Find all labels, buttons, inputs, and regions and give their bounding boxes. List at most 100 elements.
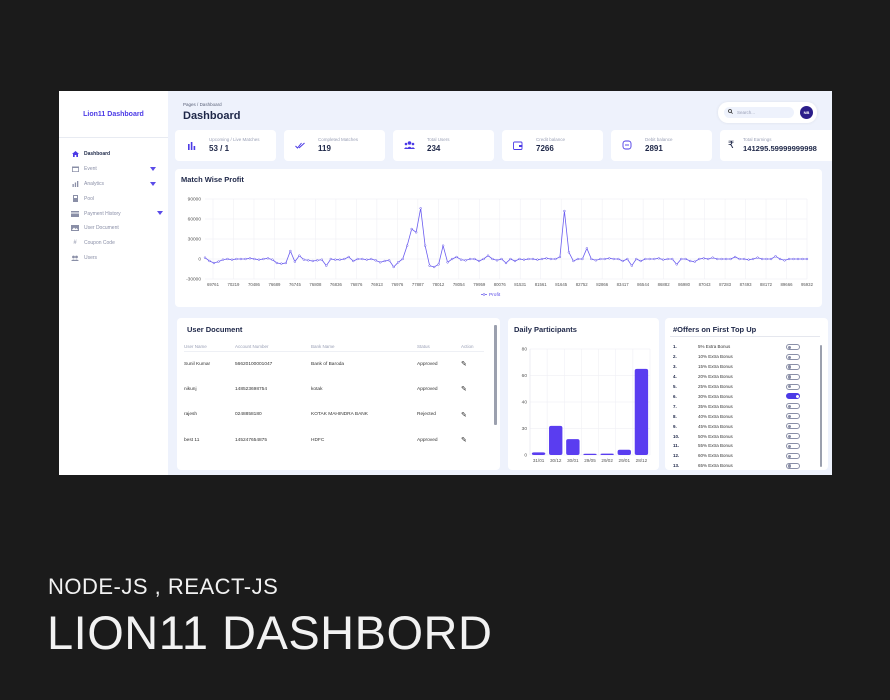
calendar-icon bbox=[71, 166, 79, 173]
offer-toggle[interactable] bbox=[786, 363, 800, 370]
x-tick-label: 81561 bbox=[535, 282, 548, 287]
sidebar-item-users[interactable]: Users bbox=[59, 251, 168, 266]
data-point bbox=[239, 257, 243, 261]
cell-user-name: rajesh bbox=[184, 412, 198, 418]
caption-title: LION11 DASHBORD bbox=[47, 606, 493, 659]
sidebar-item-label: Payment History bbox=[84, 210, 121, 217]
avatar[interactable]: NB bbox=[800, 106, 813, 119]
search-input[interactable]: Search... bbox=[724, 107, 794, 118]
offer-toggle[interactable] bbox=[786, 413, 800, 420]
data-point bbox=[383, 259, 386, 263]
offer-toggle[interactable] bbox=[786, 393, 800, 400]
data-point bbox=[585, 247, 589, 250]
offer-toggle[interactable] bbox=[786, 423, 800, 430]
data-point bbox=[347, 255, 350, 259]
data-point bbox=[262, 257, 265, 261]
data-point bbox=[356, 257, 359, 261]
cell-account-number: 0248858180 bbox=[235, 412, 262, 418]
brand-logo[interactable]: Lion11 Dashboard bbox=[59, 91, 168, 138]
x-tick-label: 76913 bbox=[371, 282, 384, 287]
breadcrumb-root[interactable]: Pages bbox=[183, 102, 196, 107]
data-point bbox=[208, 259, 211, 263]
double-check-icon bbox=[294, 139, 306, 151]
x-tick-label: 76976 bbox=[391, 282, 404, 287]
data-point bbox=[522, 258, 526, 261]
table-scrollbar[interactable] bbox=[494, 325, 497, 425]
data-point bbox=[446, 261, 449, 264]
x-tick-label: 77887 bbox=[412, 282, 425, 287]
cell-user-name: nikunj bbox=[184, 386, 197, 392]
sidebar-item-label: Users bbox=[84, 254, 98, 261]
profit-line-chart: 90000 60000 30000 0 -30000 69761 70219 70486 766… bbox=[186, 197, 814, 298]
home-icon bbox=[71, 151, 79, 158]
data-point bbox=[226, 257, 229, 261]
chevron-down-icon[interactable] bbox=[150, 181, 156, 186]
x-tick-label: 87283 bbox=[719, 282, 732, 287]
data-point bbox=[626, 257, 629, 261]
chevron-down-icon[interactable] bbox=[157, 211, 163, 216]
data-point bbox=[711, 256, 714, 259]
data-point bbox=[419, 207, 422, 210]
offer-toggle[interactable] bbox=[786, 462, 800, 469]
sidebar-item-label: Event bbox=[84, 166, 97, 173]
x-tick-label: 81645 bbox=[555, 282, 568, 287]
data-point bbox=[473, 257, 476, 261]
edit-icon[interactable]: ✎ bbox=[461, 361, 467, 368]
edit-icon[interactable]: ✎ bbox=[461, 437, 467, 444]
bar bbox=[634, 368, 649, 455]
stat-label: Completed Matches bbox=[318, 137, 359, 142]
offer-toggle[interactable] bbox=[786, 353, 800, 360]
cell-bank-name: KOTAK MAHINDRA BANK bbox=[311, 412, 368, 418]
offer-toggle[interactable] bbox=[786, 442, 800, 449]
data-point bbox=[248, 257, 252, 260]
sidebar-item-event[interactable]: Event bbox=[59, 162, 168, 177]
sidebar-item-dashboard[interactable]: Dashboard bbox=[59, 147, 168, 162]
stat-card-users: Total Users 234 bbox=[393, 130, 494, 161]
offer-toggle[interactable] bbox=[786, 452, 800, 459]
data-point bbox=[361, 257, 364, 261]
data-point bbox=[352, 259, 355, 263]
offer-toggle[interactable] bbox=[786, 433, 800, 440]
edit-icon[interactable]: ✎ bbox=[461, 386, 467, 393]
users-icon bbox=[403, 139, 415, 151]
edit-icon[interactable]: ✎ bbox=[461, 412, 467, 419]
data-point bbox=[738, 257, 741, 261]
cell-user-name: best 11 bbox=[184, 437, 200, 443]
data-point bbox=[397, 261, 400, 264]
y-tick-label: -30000 bbox=[186, 277, 201, 283]
x-tick-label: 81531 bbox=[514, 282, 527, 287]
offer-toggle[interactable] bbox=[786, 383, 800, 390]
offer-item: 13. 65% Extra Bonus bbox=[673, 461, 823, 470]
column-header: User Name bbox=[184, 343, 235, 352]
data-point bbox=[513, 259, 517, 263]
chevron-down-icon[interactable] bbox=[150, 166, 156, 171]
sidebar-item-payment-history[interactable]: Payment History bbox=[59, 206, 168, 221]
toggle-knob bbox=[788, 375, 792, 379]
x-tick-label: 78012 bbox=[432, 282, 445, 287]
stat-card-debit: Debit balance 2891 bbox=[611, 130, 712, 161]
x-tick-label: 70219 bbox=[228, 282, 241, 287]
data-point bbox=[563, 209, 566, 213]
match-wise-profit-card: Match Wise Profit 90000 60000 30000 0 -30000… bbox=[175, 169, 822, 307]
offer-label: 30% Extra Bonus bbox=[698, 393, 733, 399]
sidebar-item-label: Pool bbox=[84, 195, 95, 202]
caption-subtitle: NODE-JS , REACT-JS bbox=[48, 574, 279, 599]
sidebar-item-label: Dashboard bbox=[84, 151, 111, 158]
divider bbox=[670, 336, 820, 337]
offer-toggle[interactable] bbox=[786, 403, 800, 410]
offer-toggle[interactable] bbox=[786, 373, 800, 380]
data-point bbox=[554, 257, 557, 261]
wallet-icon bbox=[512, 139, 524, 151]
sidebar-item-coupon-code[interactable]: # Coupon Code bbox=[59, 236, 168, 251]
offer-toggle[interactable] bbox=[786, 343, 800, 350]
data-point bbox=[459, 258, 463, 261]
sidebar-item-pool[interactable]: Pool bbox=[59, 191, 168, 206]
offers-scrollbar[interactable] bbox=[820, 345, 822, 467]
sidebar-item-analytics[interactable]: Analytics bbox=[59, 177, 168, 192]
data-point bbox=[733, 255, 737, 259]
users-icon bbox=[71, 255, 79, 261]
sidebar-item-user-document[interactable]: User Document bbox=[59, 221, 168, 236]
data-point bbox=[751, 257, 755, 261]
data-point bbox=[720, 257, 723, 261]
stat-value: 119 bbox=[318, 144, 331, 153]
